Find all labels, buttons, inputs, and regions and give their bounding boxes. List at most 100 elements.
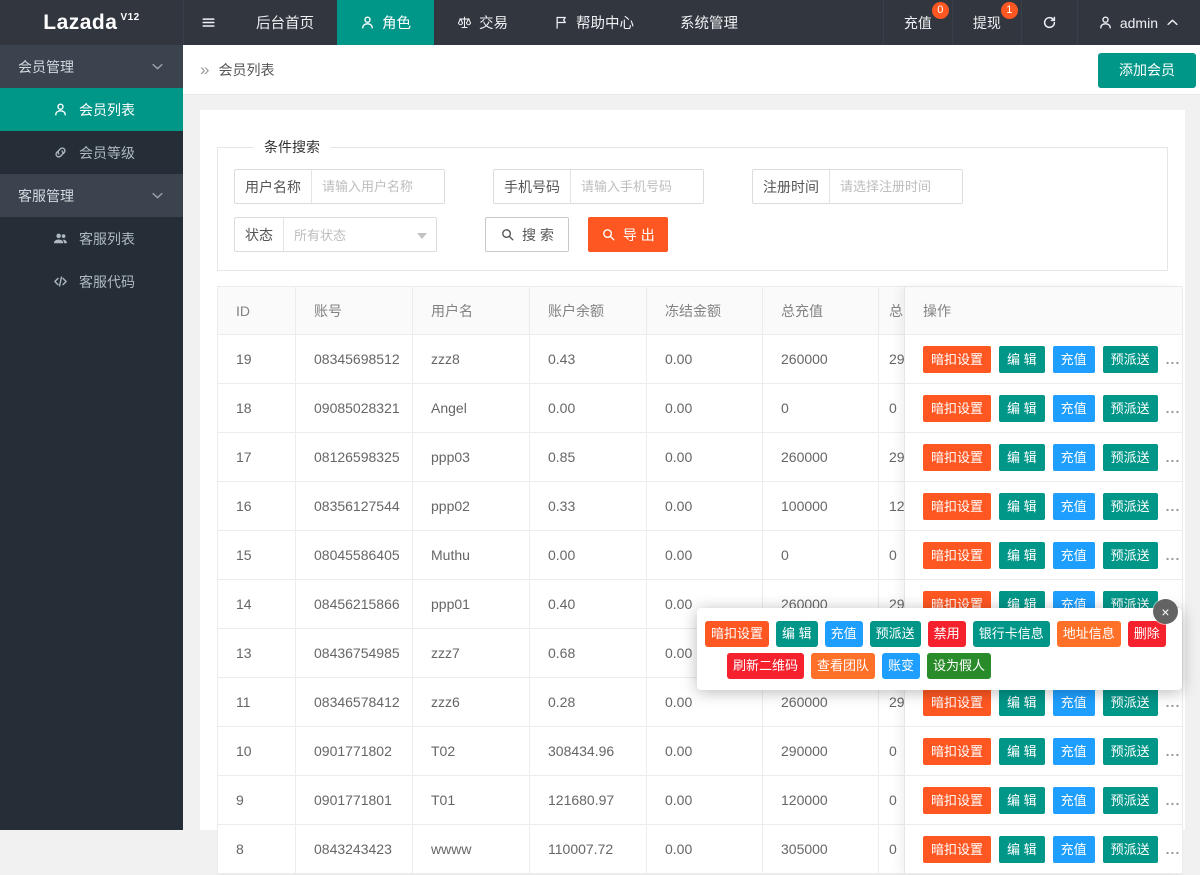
sidebar-item-service-list[interactable]: 客服列表 [0, 217, 183, 260]
set-fake-user-button[interactable]: 设为假人 [927, 653, 991, 679]
edit-button[interactable]: 编 辑 [999, 787, 1045, 814]
pre-dispatch-button[interactable]: 预派送 [1103, 738, 1158, 765]
pre-dispatch-button[interactable]: 预派送 [1103, 836, 1158, 863]
column-header: 账号 [296, 287, 413, 334]
sidebar-item-service-code[interactable]: 客服代码 [0, 260, 183, 303]
more-actions-button[interactable]: ... [1166, 743, 1181, 759]
nav-item-help-center[interactable]: 帮助中心 [531, 0, 657, 45]
sidebar-item-label: 会员等级 [79, 143, 135, 163]
more-actions-button[interactable]: ... [1166, 400, 1181, 416]
pre-dispatch-button[interactable]: 预派送 [1103, 542, 1158, 569]
pre-dispatch-button[interactable]: 预派送 [1103, 689, 1158, 716]
more-actions-button[interactable]: ... [1166, 547, 1181, 563]
sidebar-item-member-level[interactable]: 会员等级 [0, 131, 183, 174]
hidden-deduct-button[interactable]: 暗扣设置 [923, 444, 991, 471]
reg-time-input[interactable] [830, 170, 962, 203]
search-button[interactable]: 搜 索 [485, 217, 569, 252]
disable-button[interactable]: 禁用 [928, 621, 966, 647]
hidden-deduct-button[interactable]: 暗扣设置 [923, 346, 991, 373]
table-cell: 0 [879, 776, 905, 824]
delete-button[interactable]: 删除 [1128, 621, 1166, 647]
refresh-qrcode-button[interactable]: 刷新二维码 [727, 653, 804, 679]
hidden-deduct-button[interactable]: 暗扣设置 [923, 542, 991, 569]
add-member-button[interactable]: 添加会员 [1098, 53, 1196, 88]
hidden-deduct-button[interactable]: 暗扣设置 [923, 787, 991, 814]
hidden-deduct-button[interactable]: 暗扣设置 [923, 493, 991, 520]
recharge-button[interactable]: 充值 [1053, 493, 1095, 520]
recharge-button[interactable]: 充值 [1053, 542, 1095, 569]
recharge-button[interactable]: 充值 [1053, 689, 1095, 716]
sidebar-item-member-list[interactable]: 会员列表 [0, 88, 183, 131]
nav-item-roles[interactable]: 角色 [337, 0, 434, 45]
recharge-button[interactable]: 充值 [825, 621, 863, 647]
username-input[interactable] [312, 170, 444, 203]
header-admin-button[interactable]: admin [1077, 0, 1200, 45]
sidebar-group-member-management[interactable]: 会员管理 [0, 45, 183, 88]
recharge-button[interactable]: 充值 [1053, 787, 1095, 814]
table-row-actions: 暗扣设置编 辑充值预派送... [905, 825, 1182, 874]
header-refresh-button[interactable] [1021, 0, 1077, 45]
status-select[interactable]: 所有状态 [284, 218, 436, 251]
pre-dispatch-button[interactable]: 预派送 [1103, 395, 1158, 422]
phone-input[interactable] [571, 170, 703, 203]
nav-item-transactions[interactable]: 交易 [434, 0, 531, 45]
table-cell: 08356127544 [296, 482, 413, 530]
recharge-button[interactable]: 充值 [1053, 738, 1095, 765]
edit-button[interactable]: 编 辑 [999, 836, 1045, 863]
hidden-deduct-button[interactable]: 暗扣设置 [923, 689, 991, 716]
account-change-button[interactable]: 账变 [882, 653, 920, 679]
search-actions-row: 状态 所有状态 搜 索 导 出 [234, 217, 1167, 252]
header-recharge-label: 充值 [904, 13, 932, 33]
edit-button[interactable]: 编 辑 [999, 444, 1045, 471]
edit-button[interactable]: 编 辑 [999, 542, 1045, 569]
table-cell: 8 [218, 825, 296, 873]
table-cell: 12 [879, 482, 905, 530]
table-cell: 0.68 [530, 629, 647, 677]
table-cell: 0.00 [647, 776, 763, 824]
pre-dispatch-button[interactable]: 预派送 [1103, 787, 1158, 814]
more-actions-button[interactable]: ... [1166, 449, 1181, 465]
search-icon [601, 227, 616, 242]
hidden-deduct-button[interactable]: 暗扣设置 [923, 836, 991, 863]
hidden-deduct-button[interactable]: 暗扣设置 [705, 621, 769, 647]
header-recharge-button[interactable]: 充值0 [883, 0, 952, 45]
table-cell: 0843243423 [296, 825, 413, 873]
hidden-deduct-button[interactable]: 暗扣设置 [923, 738, 991, 765]
edit-button[interactable]: 编 辑 [776, 621, 818, 647]
edit-button[interactable]: 编 辑 [999, 689, 1045, 716]
more-actions-button[interactable]: ... [1166, 498, 1181, 514]
more-actions-button[interactable]: ... [1166, 351, 1181, 367]
sidebar-group-service-management[interactable]: 客服管理 [0, 174, 183, 217]
sidebar-item-label: 会员列表 [79, 100, 135, 120]
status-select-value: 所有状态 [294, 225, 346, 244]
recharge-button[interactable]: 充值 [1053, 836, 1095, 863]
header-withdraw-button[interactable]: 提现1 [952, 0, 1021, 45]
export-button[interactable]: 导 出 [588, 217, 668, 252]
pre-dispatch-button[interactable]: 预派送 [1103, 444, 1158, 471]
nav-item-label: 后台首页 [256, 12, 314, 33]
recharge-button[interactable]: 充值 [1053, 346, 1095, 373]
nav-item-dashboard[interactable]: 后台首页 [233, 0, 337, 45]
pre-dispatch-button[interactable]: 预派送 [1103, 493, 1158, 520]
more-actions-button[interactable]: ... [1166, 792, 1181, 808]
table-cell: 0.00 [530, 531, 647, 579]
edit-button[interactable]: 编 辑 [999, 346, 1045, 373]
nav-item-system[interactable]: 系统管理 [657, 0, 761, 45]
notification-badge: 0 [932, 2, 949, 19]
edit-button[interactable]: 编 辑 [999, 493, 1045, 520]
recharge-button[interactable]: 充值 [1053, 444, 1095, 471]
pre-dispatch-button[interactable]: 预派送 [1103, 346, 1158, 373]
more-actions-button[interactable]: ... [1166, 694, 1181, 710]
actions-column-header: 操作 [905, 287, 1182, 335]
hidden-deduct-button[interactable]: 暗扣设置 [923, 395, 991, 422]
close-icon[interactable]: × [1153, 599, 1178, 624]
view-team-button[interactable]: 查看团队 [811, 653, 875, 679]
address-info-button[interactable]: 地址信息 [1057, 621, 1121, 647]
recharge-button[interactable]: 充值 [1053, 395, 1095, 422]
edit-button[interactable]: 编 辑 [999, 738, 1045, 765]
edit-button[interactable]: 编 辑 [999, 395, 1045, 422]
pre-dispatch-button[interactable]: 预派送 [870, 621, 921, 647]
bank-card-info-button[interactable]: 银行卡信息 [973, 621, 1050, 647]
more-actions-button[interactable]: ... [1166, 841, 1181, 857]
menu-toggle-button[interactable] [183, 0, 233, 45]
